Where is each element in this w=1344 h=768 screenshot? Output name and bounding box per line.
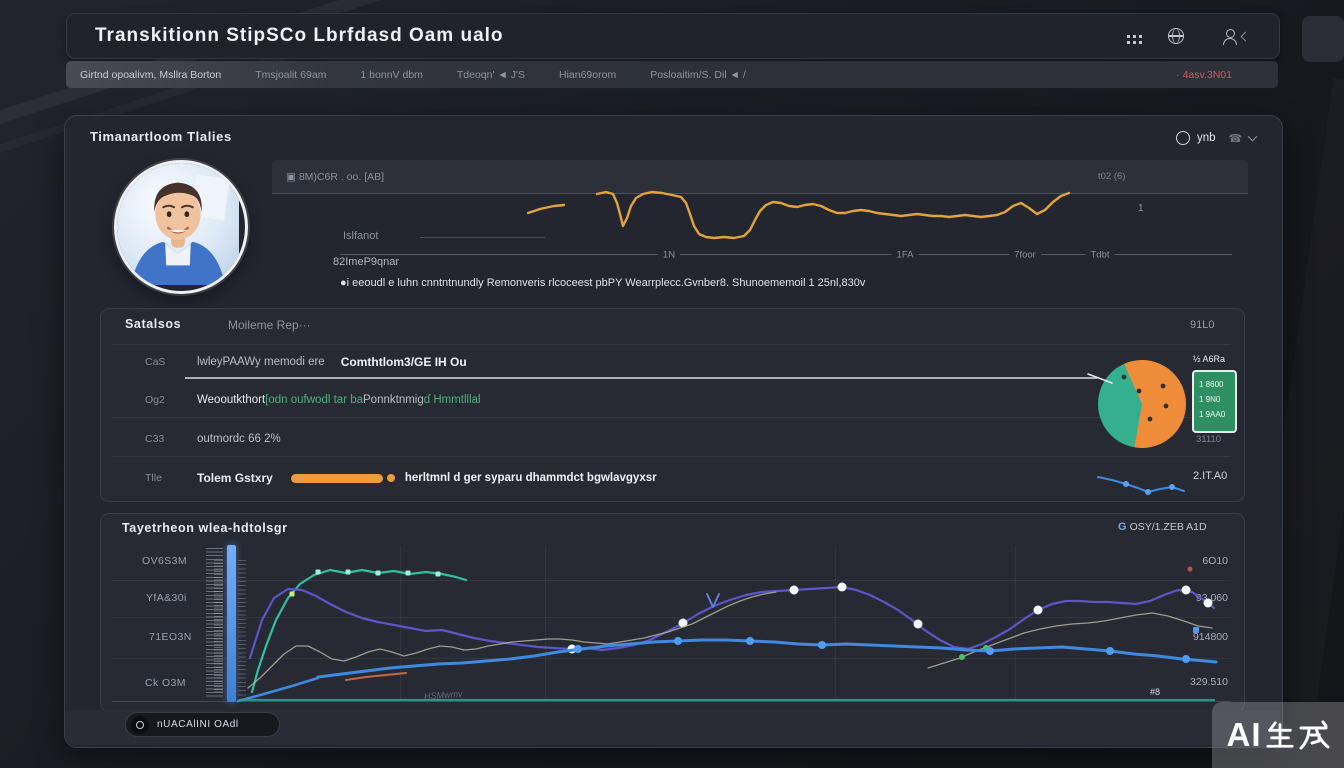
avatar xyxy=(114,160,248,294)
legend-title: ½ A6Ra xyxy=(1193,354,1225,364)
row-text: Ponnktnmig xyxy=(363,394,424,406)
chevron-left-icon xyxy=(1241,31,1251,41)
y-axis-label-3: Ck O3M xyxy=(145,677,186,689)
user-menu[interactable] xyxy=(1222,29,1249,44)
row-key: C33 xyxy=(145,433,197,445)
row-key: Og2 xyxy=(145,394,197,406)
row-text-green: ɗ Hmmtlllal xyxy=(424,394,481,406)
divider xyxy=(112,344,1231,345)
sales-title: Satalsos xyxy=(125,317,181,331)
overview-line-chart xyxy=(500,185,1090,245)
trend-right-text: OSY/1.ZEB A1D xyxy=(1130,521,1207,533)
nav-item-1[interactable]: Tmsjoalit 69am xyxy=(255,69,326,81)
table-row[interactable]: Tlle Tolem Gstxry herltmnl d ger syparu … xyxy=(145,466,1085,490)
sales-header-value: 91L0 xyxy=(1190,319,1214,331)
row1-rule xyxy=(420,237,545,238)
app-title: Transkitionn StipSCo Lbrfdasd Oam ualo xyxy=(95,25,504,47)
row-text: Weooutkthort xyxy=(197,394,265,406)
y-axis-label-0: OV6S3M xyxy=(142,555,187,567)
row-text: lwleyPAAWy memodi ere xyxy=(197,356,325,368)
footer-pill-label: nUACAlINI OAdl xyxy=(157,719,239,730)
progress-dot xyxy=(387,474,395,482)
progress-bar xyxy=(291,474,383,483)
app-header: Transkitionn StipSCo Lbrfdasd Oam ualo xyxy=(66,13,1280,59)
main-nav: Girtnd opoalivm, Msllra Borton Tmsjoalit… xyxy=(66,61,1278,88)
chart-mini-label: 1 xyxy=(1138,203,1144,214)
x-axis: 1N 1FA 7foor Tdbt xyxy=(340,254,1232,255)
nav-right-value: · 4asv.3N01 xyxy=(1176,69,1232,81)
avatar-illustration xyxy=(117,163,239,285)
phone-icon[interactable]: ☎ xyxy=(1229,132,1243,145)
user-icon xyxy=(1222,29,1237,44)
axis-tick-3: Tdbt xyxy=(1085,249,1114,260)
panel1-actions: ynb ☎ xyxy=(1176,131,1256,145)
panel1-title: Timanartloom Tlalies xyxy=(90,129,232,144)
table-row[interactable]: Og2 Weooutkthort [odn oufwodl tar ba Pon… xyxy=(145,388,1085,412)
axis-tick-0: 1N xyxy=(658,249,680,260)
row-text-green: [odn oufwodl tar ba xyxy=(265,394,363,406)
divider xyxy=(112,417,1231,418)
watermark-latin: AI xyxy=(1227,716,1262,754)
trend-title: Tayetrheon wlea-hdtolsgr xyxy=(122,521,288,535)
grid-icon[interactable] xyxy=(1127,35,1130,38)
axis-tick-1: 1FA xyxy=(892,249,919,260)
panel1-footnote: ●i eeoudl e luhn cnntntnundly Remonveris… xyxy=(340,277,865,289)
divider xyxy=(112,456,1231,457)
nav-item-4[interactable]: Hian69orom xyxy=(559,69,616,81)
axis-ticks-dense xyxy=(214,560,223,692)
legend-item: 1 9AA0 xyxy=(1199,407,1235,422)
legend-footer: 31110 xyxy=(1196,434,1221,445)
corner-panel xyxy=(1302,16,1344,62)
panel1-row1-label: Islfanot xyxy=(343,230,378,242)
sparkline-chart xyxy=(1090,468,1200,500)
row-note: herltmnl d ger syparu dhammdct bgwlavgyx… xyxy=(405,472,657,484)
highlight-divider xyxy=(185,377,1097,379)
record-icon xyxy=(131,716,149,734)
dashboard-page: Transkitionn StipSCo Lbrfdasd Oam ualo G… xyxy=(0,0,1344,768)
toolbar-filter-chip[interactable]: ▣ 8M)C6R . oo. [AB] xyxy=(286,171,384,183)
chevron-down-icon[interactable] xyxy=(1248,132,1258,142)
panel1-action-label[interactable]: ynb xyxy=(1197,132,1216,144)
row-text-bold: Comthtlom3/GE IH Ou xyxy=(341,355,467,369)
legend-item: 1 9N0 xyxy=(1199,392,1235,407)
cjk-cheng-glyph xyxy=(1298,719,1330,751)
nav-item-2[interactable]: 1 bonnV dbm xyxy=(360,69,422,81)
footer-pill-button[interactable]: nUACAlINI OAdl xyxy=(125,712,280,737)
globe-icon[interactable] xyxy=(1168,28,1184,44)
table-row[interactable]: C33 outmordc 66 2% xyxy=(145,427,1085,451)
row-key: CaS xyxy=(145,356,197,368)
trend-right-value: G OSY/1.ZEB A1D xyxy=(1118,521,1207,533)
row-key: Tlle xyxy=(145,472,197,484)
header-icon-group xyxy=(1127,28,1249,44)
g-badge-icon: G xyxy=(1118,521,1127,533)
cjk-sheng-glyph xyxy=(1265,719,1295,751)
refresh-circle-icon[interactable] xyxy=(1176,131,1190,145)
row-text: Tolem Gstxry xyxy=(197,471,273,485)
nav-item-5[interactable]: Posloaitim/S. Dil ◄ / xyxy=(650,69,746,81)
toolbar-right-label[interactable]: t02 (6) xyxy=(1098,171,1125,182)
nav-item-3[interactable]: Tdeoqn' ◄ J'S xyxy=(457,69,525,81)
table-row[interactable]: CaS lwleyPAAWy memodi ere Comthtlom3/GE … xyxy=(145,350,1085,374)
row-text: outmordc 66 2% xyxy=(197,433,281,445)
y-axis-label-1: YfA&30i xyxy=(146,592,187,604)
ai-watermark: AI xyxy=(1212,702,1344,768)
sales-subtitle: Moileme Rep··· xyxy=(228,318,311,332)
y-axis-label-2: 71EO3N xyxy=(149,631,192,643)
legend-item: 1 8600 xyxy=(1199,377,1235,392)
axis-tick-2: 7foor xyxy=(1009,249,1041,260)
pie-legend: 1 8600 1 9N0 1 9AA0 xyxy=(1192,370,1237,433)
nav-item-0[interactable]: Girtnd opoalivm, Msllra Borton xyxy=(80,69,221,81)
panel1-row2-label: 82ImeP9qnar xyxy=(333,256,399,268)
trend-line-chart xyxy=(232,542,1222,706)
